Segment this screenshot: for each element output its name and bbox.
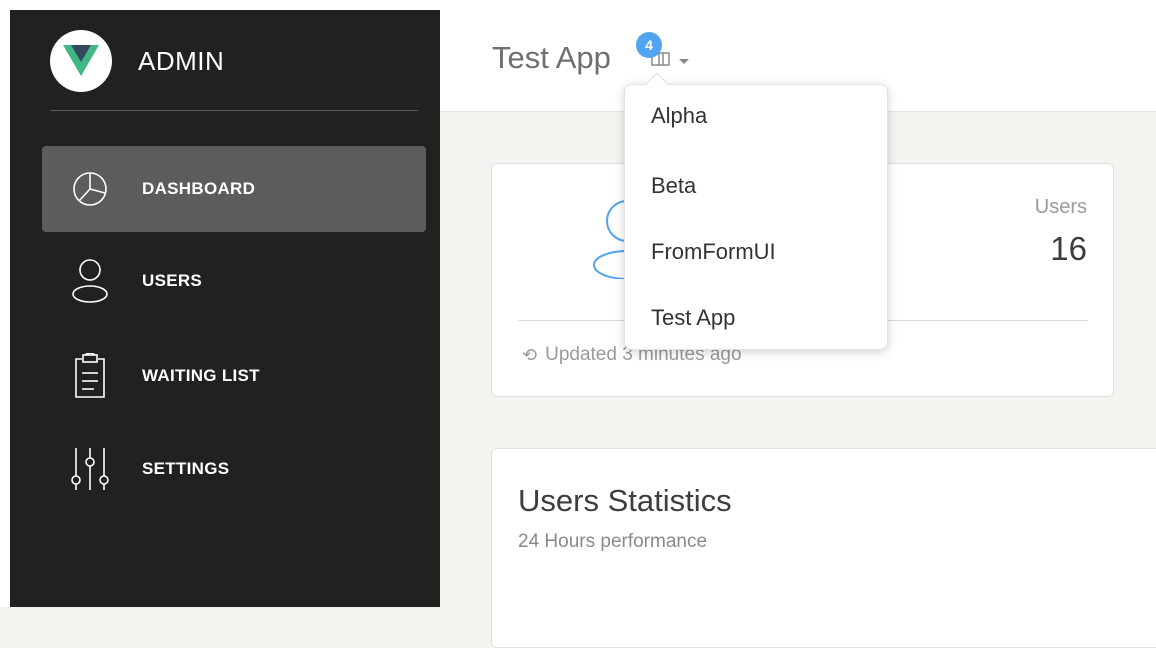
stat-value: 16: [1050, 230, 1087, 267]
sliders-icon: [70, 446, 110, 492]
history-icon: ⟲: [522, 344, 538, 365]
users-statistics-card: Users Statistics 24 Hours performance: [491, 448, 1156, 648]
brand[interactable]: ADMIN: [50, 30, 224, 92]
menu-item-alpha[interactable]: Alpha: [625, 103, 887, 129]
brand-name: ADMIN: [138, 45, 225, 76]
sidebar-item-label: WAITING LIST: [142, 366, 260, 385]
menu-item-test-app[interactable]: Test App: [625, 305, 887, 331]
menu-item-beta[interactable]: Beta: [625, 173, 887, 199]
chevron-down-icon: [678, 52, 690, 70]
pie-chart-icon: [70, 166, 110, 212]
sidebar-item-settings[interactable]: SETTINGS: [42, 426, 426, 512]
page-title: Test App: [492, 40, 611, 75]
app-switch-menu: Alpha Beta FromFormUI Test App: [624, 72, 888, 350]
sidebar: ADMIN DASHBOARD USERS WAITING LIST SETTI…: [0, 0, 440, 607]
vue-logo-icon: [50, 30, 112, 92]
card-title: Users Statistics: [518, 483, 732, 518]
card-subtitle: 24 Hours performance: [518, 531, 708, 552]
sidebar-item-label: SETTINGS: [142, 459, 230, 478]
sidebar-item-users[interactable]: USERS: [42, 238, 426, 324]
sidebar-item-waiting-list[interactable]: WAITING LIST: [42, 333, 426, 419]
sidebar-divider: [50, 110, 418, 111]
user-icon: [70, 258, 110, 304]
sidebar-item-dashboard[interactable]: DASHBOARD: [42, 146, 426, 232]
stat-label: Users: [1034, 196, 1087, 218]
menu-item-fromformui[interactable]: FromFormUI: [625, 239, 887, 265]
clipboard-icon: [70, 353, 110, 399]
sidebar-item-label: DASHBOARD: [142, 179, 256, 198]
notification-badge: 4: [636, 32, 662, 58]
sidebar-item-label: USERS: [142, 271, 203, 290]
